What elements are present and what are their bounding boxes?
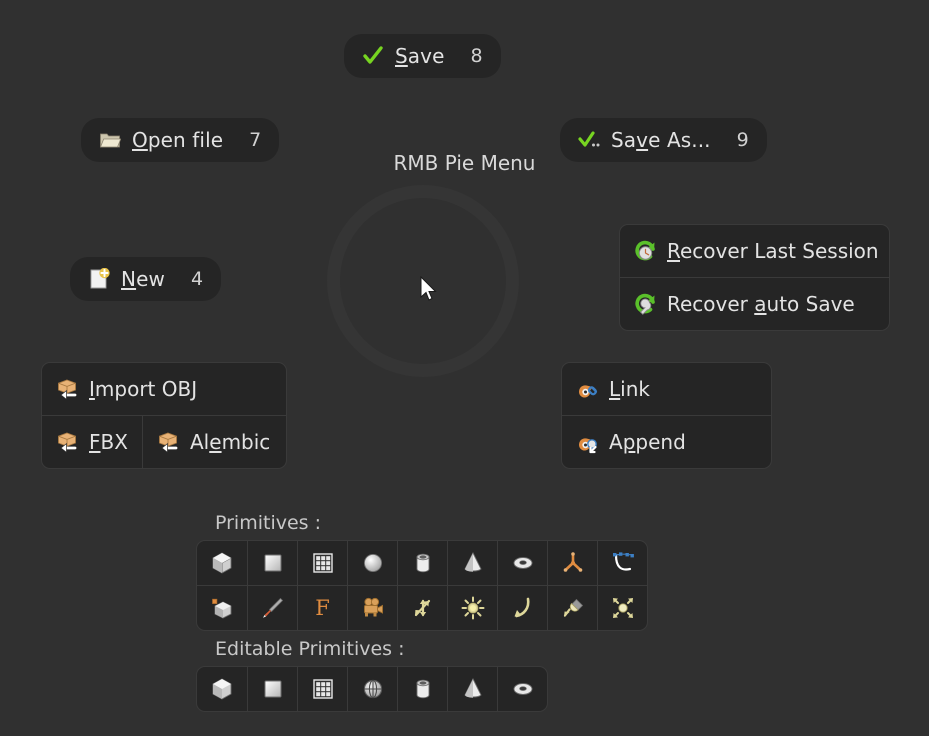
import-alembic-label: Alembic	[190, 430, 271, 454]
editable-cube-button[interactable]	[197, 667, 247, 711]
save-as-button[interactable]: Save As... 9	[560, 118, 767, 162]
import-panel: Import OBJ FBX Alembic	[41, 362, 287, 469]
import-obj-label: Import OBJ	[89, 377, 198, 401]
import-box-icon	[56, 378, 79, 401]
import-fbx-label: FBX	[89, 430, 128, 454]
recover-last-session-label: Recover Last Session	[667, 239, 879, 263]
open-file-button-key: 7	[249, 129, 262, 151]
primitive-camera-button[interactable]	[347, 586, 397, 630]
new-file-plus-icon	[88, 268, 110, 290]
recover-wrench-icon	[634, 293, 657, 316]
recover-panel-row: Recover Last Session	[620, 225, 889, 277]
primitive-point-light-button[interactable]	[597, 586, 647, 630]
pie-menu-root: RMB Pie Menu Save 8 Open file 7 Save As.…	[0, 0, 929, 736]
editable-torus-button[interactable]	[497, 667, 547, 711]
editable-uv-sphere-button[interactable]	[347, 667, 397, 711]
primitive-grid-button[interactable]	[297, 541, 347, 585]
primitives-grid-row: F	[197, 585, 647, 630]
primitives-grid: F	[196, 540, 648, 631]
save-as-button-label: Save As...	[611, 128, 711, 152]
primitive-text-font-button[interactable]: F	[297, 586, 347, 630]
new-button-key: 4	[190, 268, 204, 290]
import-box-icon	[157, 431, 180, 454]
save-button[interactable]: Save 8	[344, 34, 501, 78]
primitive-cube-button[interactable]	[197, 541, 247, 585]
new-button[interactable]: New 4	[70, 257, 222, 301]
checkmark-green-icon	[362, 45, 384, 67]
editable-cone-button[interactable]	[447, 667, 497, 711]
append-label: Append	[609, 430, 686, 454]
recover-auto-save-item[interactable]: Recover auto Save	[620, 278, 889, 330]
primitives-section: Primitives : F	[196, 512, 648, 635]
save-button-key: 8	[470, 45, 483, 67]
primitive-empty-axes-button[interactable]	[547, 541, 597, 585]
primitive-sphere-button[interactable]	[347, 541, 397, 585]
import-box-icon	[56, 431, 79, 454]
primitive-bezier-curve-button[interactable]	[597, 541, 647, 585]
editable-primitives-section-label: Editable Primitives :	[215, 638, 405, 660]
save-button-label: Save	[395, 44, 445, 68]
editable-grid-button[interactable]	[297, 667, 347, 711]
blender-link-icon	[576, 378, 599, 401]
primitive-torus-button[interactable]	[497, 541, 547, 585]
import-panel-row: FBX Alembic	[42, 415, 286, 468]
import-fbx-item[interactable]: FBX	[42, 416, 142, 468]
font-f-glyph: F	[315, 595, 330, 620]
open-file-button-label: Open file	[132, 128, 224, 152]
link-label: Link	[609, 377, 650, 401]
import-panel-row: Import OBJ	[42, 363, 286, 415]
recover-panel-row: Recover auto Save	[620, 277, 889, 330]
primitives-grid-row	[197, 541, 647, 585]
link-append-panel-row: Append	[562, 415, 771, 468]
primitive-cone-button[interactable]	[447, 541, 497, 585]
editable-primitives-grid	[196, 666, 548, 712]
new-button-label: New	[121, 267, 165, 291]
mouse-cursor-arrow-icon	[420, 276, 437, 301]
recover-clock-icon	[634, 240, 657, 263]
editable-primitives-grid-row	[197, 667, 547, 711]
import-obj-item[interactable]: Import OBJ	[42, 363, 286, 415]
primitive-spot-light-button[interactable]	[547, 586, 597, 630]
primitive-area-light-button[interactable]	[497, 586, 547, 630]
editable-plane-button[interactable]	[247, 667, 297, 711]
recover-panel: Recover Last Session Recover auto Save	[619, 224, 890, 331]
checkmark-dots-green-icon	[578, 129, 600, 151]
link-item[interactable]: Link	[562, 363, 771, 415]
import-alembic-item[interactable]: Alembic	[142, 416, 286, 468]
link-append-panel-row: Link	[562, 363, 771, 415]
save-as-button-key: 9	[736, 129, 749, 151]
primitive-brush-button[interactable]	[247, 586, 297, 630]
primitive-cylinder-button[interactable]	[397, 541, 447, 585]
recover-last-session-item[interactable]: Recover Last Session	[620, 225, 889, 277]
editable-cylinder-button[interactable]	[397, 667, 447, 711]
primitives-section-label: Primitives :	[215, 512, 322, 534]
append-item[interactable]: Append	[562, 416, 771, 468]
primitive-object-vertex-cube-button[interactable]	[197, 586, 247, 630]
primitive-sun-light-button[interactable]	[447, 586, 497, 630]
recover-auto-save-label: Recover auto Save	[667, 292, 855, 316]
primitive-empty-arrows-button[interactable]	[397, 586, 447, 630]
open-file-button[interactable]: Open file 7	[81, 118, 280, 162]
editable-primitives-section: Editable Primitives :	[196, 638, 548, 716]
link-append-panel: Link Append	[561, 362, 772, 469]
folder-open-icon	[99, 129, 121, 151]
primitive-plane-button[interactable]	[247, 541, 297, 585]
blender-append-icon	[576, 431, 599, 454]
